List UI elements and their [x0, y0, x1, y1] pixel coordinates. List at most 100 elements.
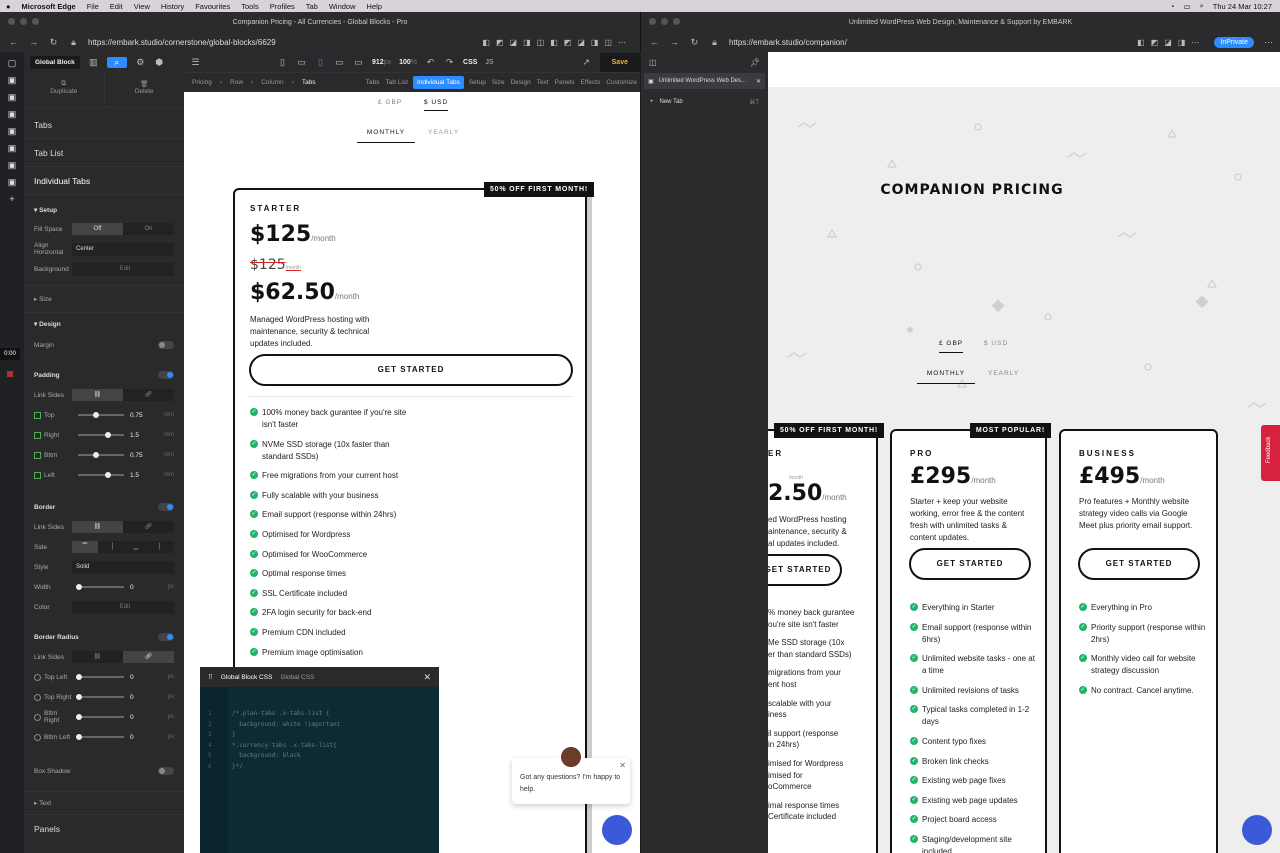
currency-gbp-tab[interactable]: £ GBP [939, 340, 964, 353]
code-line[interactable]: 5 background: black [208, 751, 439, 762]
js-button[interactable]: JS [485, 59, 493, 66]
code-line[interactable]: 4 *.currency-tabs .x-tabs-list{ [208, 741, 439, 752]
tab-icon[interactable]: ▣ [8, 160, 17, 171]
currency-usd-tab[interactable]: $ USD [424, 99, 449, 111]
size-header[interactable]: ▸ Size [24, 286, 184, 312]
menu-tab[interactable]: Tab [306, 2, 318, 11]
menu-file[interactable]: File [87, 2, 99, 11]
design-header[interactable]: ▾ Design [24, 313, 184, 335]
window-controls[interactable] [8, 18, 39, 25]
element-icon[interactable]: ⬢ [154, 57, 165, 68]
record-icon[interactable] [5, 369, 15, 379]
address-bar[interactable]: https://embark.studio/companion/ [729, 38, 847, 47]
viewport-width[interactable]: 912px [372, 59, 391, 66]
tab-setup[interactable]: Setup [466, 79, 489, 86]
menu-window[interactable]: Window [329, 2, 356, 11]
close-icon[interactable]: ✕ [619, 760, 626, 772]
radius-value[interactable]: 0 [130, 674, 156, 681]
chat-launcher-icon[interactable] [1242, 815, 1272, 845]
active-tab[interactable]: ▣ Unlimited WordPress Web Des... ✕ [644, 73, 765, 89]
breadcrumb-tabs[interactable]: Tabs [294, 79, 324, 86]
currency-usd-tab[interactable]: $ USD [984, 340, 1008, 347]
padding-slider[interactable] [78, 452, 124, 458]
padding-link-sides[interactable]: ⛓ 🔗︎ [72, 389, 174, 401]
clock[interactable]: Thu 24 Mar 10:27 [1213, 2, 1272, 11]
menu-help[interactable]: Help [367, 2, 382, 11]
radius-slider[interactable] [76, 674, 124, 680]
close-icon[interactable]: ✕ [423, 672, 431, 683]
tab-icon[interactable]: ▣ [8, 143, 17, 154]
tab-global-block-css[interactable]: Global Block CSS [221, 674, 273, 681]
tab-size[interactable]: Size [489, 79, 508, 86]
code-line[interactable]: 6}*/ [208, 762, 439, 773]
chat-launcher-icon[interactable] [602, 815, 632, 845]
tab-effects[interactable]: Effects [578, 79, 604, 86]
phone-icon[interactable]: ▯ [277, 57, 288, 68]
border-radius-toggle[interactable] [158, 633, 174, 641]
background-edit[interactable]: Edit [72, 262, 174, 276]
padding-value[interactable]: 0.75 [130, 412, 156, 419]
section-tabs[interactable]: Tabs [24, 111, 184, 139]
inprivate-badge[interactable]: InPrivate [1214, 36, 1254, 48]
close-icon[interactable]: ✕ [756, 78, 761, 85]
padding-value[interactable]: 1.5 [130, 432, 156, 439]
border-toggle[interactable] [158, 503, 174, 511]
tab-individual-tabs[interactable]: Individual Tabs [412, 76, 464, 89]
window-controls[interactable] [649, 18, 680, 25]
pin-icon[interactable]: 📌︎ [750, 58, 760, 67]
text-header[interactable]: ▸ Text [24, 792, 184, 814]
menu-view[interactable]: View [134, 2, 150, 11]
currency-gbp-tab[interactable]: £ GBP [378, 99, 402, 106]
extension-icons[interactable]: ◧◩◪◨◫◧◩◪◨◫⋯ [482, 38, 632, 47]
get-started-button[interactable]: GET STARTED [1078, 548, 1200, 580]
tab-panels[interactable]: Panels [552, 79, 578, 86]
back-icon[interactable]: ← [8, 37, 19, 48]
tab-tab-list[interactable]: Tab List [383, 79, 411, 86]
border-style-select[interactable]: Solid [72, 560, 174, 574]
zoom-level[interactable]: 100% [399, 59, 417, 66]
code-line[interactable]: 2 background: white !important [208, 720, 439, 731]
breadcrumb-row[interactable]: Row [222, 79, 251, 86]
breadcrumb-column[interactable]: Column [253, 79, 291, 86]
border-color-edit[interactable]: Edit [72, 600, 174, 614]
back-icon[interactable]: ← [649, 37, 660, 48]
section-individual-tabs[interactable]: Individual Tabs [24, 167, 184, 195]
undo-icon[interactable]: ↶ [425, 57, 436, 68]
tab-icon[interactable]: ▣ [8, 177, 17, 188]
css-button[interactable]: CSS [463, 59, 477, 66]
period-yearly-tab[interactable]: YEARLY [988, 370, 1019, 377]
breadcrumb-pricing[interactable]: Pricing [184, 79, 220, 86]
desktop-icon[interactable]: ▭ [353, 57, 364, 68]
border-side-select[interactable]: ▔ ▕ ▁ ▏ [72, 541, 174, 553]
code-line[interactable]: 1/*.plan-tabs .x-tabs-list { [208, 709, 439, 720]
period-yearly-tab[interactable]: YEARLY [428, 129, 459, 136]
save-button[interactable]: Save [599, 52, 640, 72]
search-icon[interactable]: ⌕ [1200, 1, 1204, 11]
tab-icon[interactable]: ▢ [8, 58, 17, 69]
padding-value[interactable]: 0.75 [130, 452, 156, 459]
radius-value[interactable]: 0 [130, 714, 156, 721]
section-tab-list[interactable]: Tab List [24, 139, 184, 167]
apple-icon[interactable]: ● [6, 2, 11, 11]
layout-icon[interactable]: ▥ [88, 57, 99, 68]
tab-icon[interactable]: ▣ [8, 109, 17, 120]
reload-icon[interactable]: ↻ [689, 37, 700, 48]
padding-toggle[interactable] [158, 371, 174, 379]
forward-icon[interactable]: → [28, 37, 39, 48]
menu-history[interactable]: History [161, 2, 184, 11]
period-monthly-tab[interactable]: MONTHLY [357, 129, 415, 143]
box-shadow-toggle[interactable] [158, 767, 174, 775]
radius-link-sides[interactable]: ⛓ 🔗︎ [72, 651, 174, 663]
code-line[interactable]: 3} [208, 730, 439, 741]
radius-value[interactable]: 0 [130, 694, 156, 701]
feedback-tab[interactable]: Feedback [1261, 425, 1280, 481]
section-panels[interactable]: Panels [24, 815, 184, 843]
menu-profiles[interactable]: Profiles [270, 2, 295, 11]
margin-toggle[interactable] [158, 341, 174, 349]
reload-icon[interactable]: ↻ [48, 37, 59, 48]
drag-handle-icon[interactable]: ⠿ [208, 673, 213, 681]
get-started-button[interactable]: GET STARTED [768, 554, 842, 586]
padding-value[interactable]: 1.5 [130, 472, 156, 479]
laptop-icon[interactable]: ▭ [334, 57, 345, 68]
tab-global-css[interactable]: Global CSS [280, 674, 314, 681]
